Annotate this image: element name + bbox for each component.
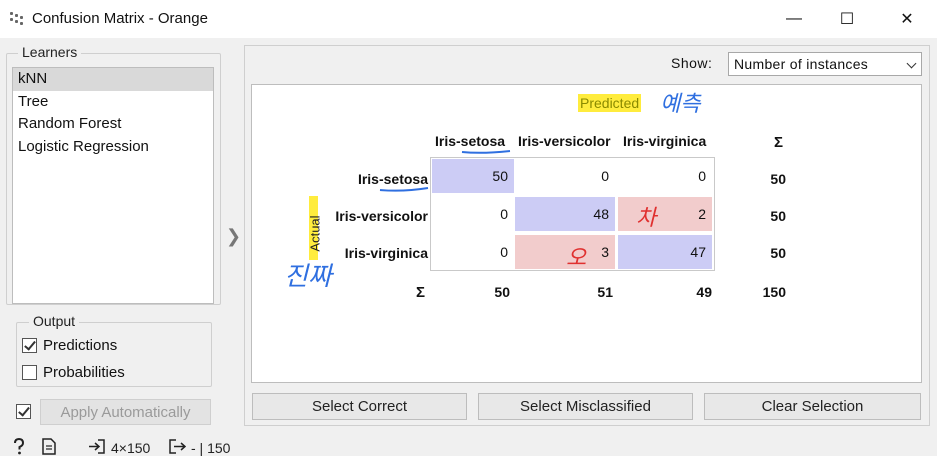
row-header-iris-setosa[interactable]: Iris-setosa <box>308 171 428 187</box>
matrix-cell-virginica-virginica[interactable]: 47 <box>618 235 712 269</box>
row-total-iris-versicolor: 50 <box>770 208 786 224</box>
row-total-iris-virginica: 50 <box>770 245 786 261</box>
output-legend: Output <box>29 313 80 329</box>
status-bar: 4×150 - | 150 <box>0 436 300 456</box>
probabilities-checkbox[interactable] <box>22 365 37 380</box>
learner-item-random-forest[interactable]: Random Forest <box>13 113 213 136</box>
select-correct-button[interactable]: Select Correct <box>252 393 467 420</box>
learners-legend: Learners <box>18 44 82 60</box>
learner-item-tree[interactable]: Tree <box>13 91 213 114</box>
column-header-iris-virginica[interactable]: Iris-virginica <box>623 133 706 149</box>
matrix-cell-setosa-versicolor[interactable]: 0 <box>515 159 615 193</box>
auto-apply-option[interactable] <box>16 404 37 419</box>
predicted-axis-label: Predicted <box>578 94 642 112</box>
matrix-cell-versicolor-setosa[interactable]: 0 <box>432 197 514 231</box>
probabilities-label: Probabilities <box>43 364 125 381</box>
maximize-icon: ☐ <box>839 11 855 28</box>
matrix-cell-versicolor-versicolor[interactable]: 48 <box>515 197 615 231</box>
matrix-cell-virginica-versicolor[interactable]: 3 <box>515 235 615 269</box>
predictions-label: Predictions <box>43 337 118 354</box>
matrix-cell-versicolor-virginica[interactable]: 2 <box>618 197 712 231</box>
row-header-iris-versicolor[interactable]: Iris-versicolor <box>308 208 428 224</box>
title-bar: Confusion Matrix - Orange — ☐ ✕ <box>0 0 937 38</box>
output-data-icon <box>169 439 186 454</box>
minimize-button[interactable]: — <box>771 0 817 38</box>
auto-apply-checkbox[interactable] <box>16 404 31 419</box>
collapse-panel-arrow-icon[interactable]: ❯ <box>226 226 241 247</box>
show-select-value: Number of instances <box>734 56 869 72</box>
maximize-button[interactable]: ☐ <box>824 0 870 38</box>
show-select[interactable]: Number of instances <box>728 52 922 76</box>
output-summary: - | 150 <box>191 440 231 456</box>
matrix-cell-virginica-setosa[interactable]: 0 <box>432 235 514 269</box>
column-total-iris-setosa: 50 <box>494 284 510 300</box>
matrix-cell-setosa-virginica[interactable]: 0 <box>618 159 712 193</box>
close-button[interactable]: ✕ <box>884 0 930 38</box>
clear-selection-button[interactable]: Clear Selection <box>704 393 921 420</box>
learners-list[interactable]: kNN Tree Random Forest Logistic Regressi… <box>12 67 214 304</box>
help-icon[interactable] <box>12 438 26 455</box>
row-header-iris-virginica[interactable]: Iris-virginica <box>308 245 428 261</box>
grand-total: 150 <box>762 284 786 300</box>
matrix-grid: 50 0 0 0 48 2 0 3 47 <box>430 157 715 271</box>
apply-automatically-button[interactable]: Apply Automatically <box>40 399 211 425</box>
show-label: Show: <box>671 55 713 71</box>
row-total-iris-setosa: 50 <box>770 171 786 187</box>
learner-item-logistic-regression[interactable]: Logistic Regression <box>13 136 213 159</box>
window-title: Confusion Matrix - Orange <box>32 10 208 27</box>
close-icon: ✕ <box>900 11 914 28</box>
report-icon[interactable] <box>42 438 56 455</box>
minimize-icon: — <box>786 10 802 27</box>
probabilities-option[interactable]: Probabilities <box>22 364 125 381</box>
input-summary: 4×150 <box>111 440 151 456</box>
matrix-cell-setosa-setosa[interactable]: 50 <box>432 159 514 193</box>
predictions-checkbox[interactable] <box>22 338 37 353</box>
column-sigma-header: Σ <box>774 134 784 151</box>
chevron-down-icon <box>906 58 917 69</box>
orange-widget-icon <box>10 12 24 26</box>
row-sigma-header: Σ <box>416 284 426 301</box>
column-total-iris-virginica: 49 <box>696 284 712 300</box>
column-header-iris-versicolor[interactable]: Iris-versicolor <box>518 133 611 149</box>
column-total-iris-versicolor: 51 <box>597 284 613 300</box>
learner-item-knn[interactable]: kNN <box>13 68 213 91</box>
input-data-icon <box>89 439 105 454</box>
predictions-option[interactable]: Predictions <box>22 337 117 354</box>
column-header-iris-setosa[interactable]: Iris-setosa <box>435 133 505 149</box>
select-misclassified-button[interactable]: Select Misclassified <box>478 393 693 420</box>
